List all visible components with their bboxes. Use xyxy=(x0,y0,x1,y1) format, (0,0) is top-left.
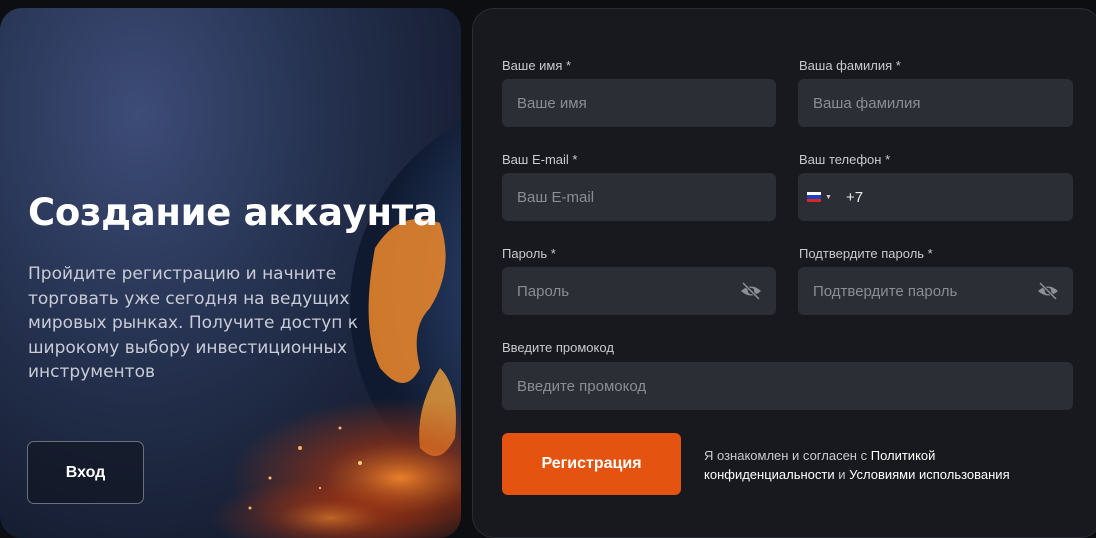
eye-slash-icon[interactable] xyxy=(1037,281,1059,301)
phone-field[interactable]: ▼ +7 xyxy=(798,173,1073,221)
hero-description: Пройдите регистрацию и начните торговать… xyxy=(28,264,359,382)
phone-label: Ваш телефон * xyxy=(799,152,891,167)
password-field[interactable] xyxy=(502,267,776,315)
chevron-down-icon: ▼ xyxy=(825,193,832,201)
country-code-selector[interactable]: ▼ xyxy=(807,192,832,202)
promo-input[interactable] xyxy=(517,377,1073,395)
last-name-label: Ваша фамилия * xyxy=(799,58,901,73)
promo-field[interactable] xyxy=(502,362,1073,410)
consent-prefix: Я ознакомлен и согласен с xyxy=(704,448,871,463)
password-label: Пароль * xyxy=(502,246,556,261)
consent-conjunction: и xyxy=(834,467,850,482)
first-name-field[interactable] xyxy=(502,79,776,127)
first-name-input[interactable] xyxy=(517,94,776,112)
page-title: Создание аккаунта xyxy=(28,191,438,234)
password-confirm-input[interactable] xyxy=(813,282,1073,300)
login-button[interactable]: Вход xyxy=(27,441,144,504)
register-button[interactable]: Регистрация xyxy=(502,433,681,495)
email-input[interactable] xyxy=(517,188,776,206)
password-input[interactable] xyxy=(517,282,776,300)
consent-text: Я ознакомлен и согласен с Политикой конф… xyxy=(704,446,1064,484)
promo-label: Введите промокод xyxy=(502,340,614,355)
phone-country-code[interactable]: +7 xyxy=(846,189,863,206)
password-confirm-label: Подтвердите пароль * xyxy=(799,246,933,261)
terms-of-use-link[interactable]: Условиями использования xyxy=(849,467,1010,482)
email-label: Ваш E-mail * xyxy=(502,152,578,167)
first-name-label: Ваше имя * xyxy=(502,58,572,73)
password-confirm-field[interactable] xyxy=(798,267,1073,315)
last-name-input[interactable] xyxy=(813,94,1073,112)
last-name-field[interactable] xyxy=(798,79,1073,127)
eye-slash-icon[interactable] xyxy=(740,281,762,301)
ru-flag-icon xyxy=(807,192,821,202)
email-field[interactable] xyxy=(502,173,776,221)
